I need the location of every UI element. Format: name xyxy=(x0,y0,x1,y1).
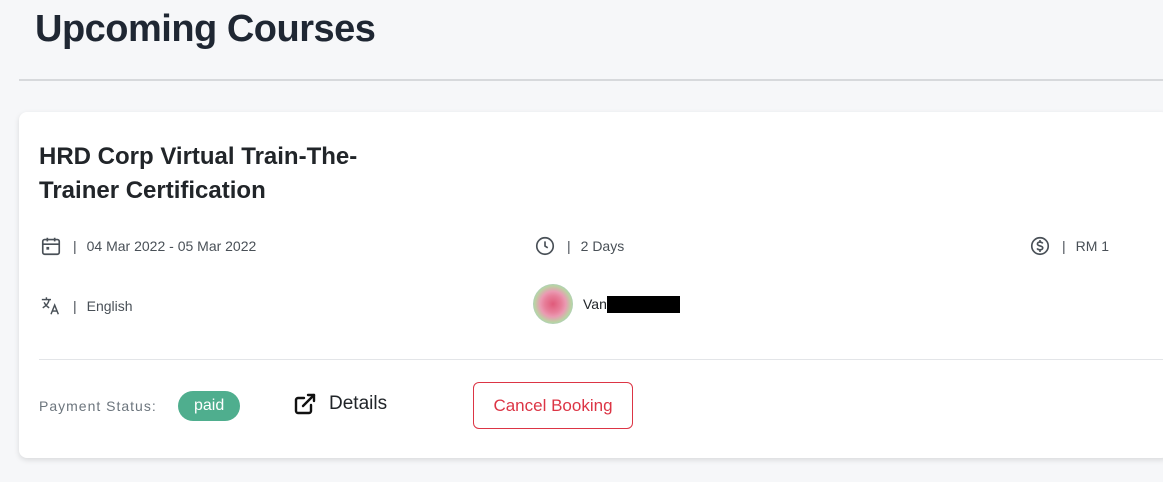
details-link[interactable]: Details xyxy=(293,392,387,416)
avatar xyxy=(533,284,573,324)
cancel-booking-button[interactable]: Cancel Booking xyxy=(473,382,633,429)
duration-value: 2 Days xyxy=(580,238,625,254)
redacted-name-block xyxy=(606,295,680,313)
instructor-name: Van xyxy=(583,296,607,312)
separator: | xyxy=(73,238,77,254)
course-language: | English xyxy=(39,294,133,318)
language-value: English xyxy=(86,298,133,314)
course-date: | 04 Mar 2022 - 05 Mar 2022 xyxy=(39,234,256,258)
dollar-circle-icon xyxy=(1028,234,1052,258)
course-card: HRD Corp Virtual Train-The-Trainer Certi… xyxy=(19,112,1163,458)
separator: | xyxy=(73,298,77,314)
translate-icon xyxy=(39,294,63,318)
price-value: RM 1 xyxy=(1075,238,1110,254)
calendar-icon xyxy=(39,234,63,258)
course-price: | RM 1 xyxy=(1028,234,1109,258)
instructor[interactable]: Van xyxy=(533,284,680,324)
card-divider xyxy=(39,359,1163,360)
page-title: Upcoming Courses xyxy=(35,8,376,50)
clock-icon xyxy=(533,234,557,258)
separator: | xyxy=(1062,238,1066,254)
external-link-icon xyxy=(293,392,317,416)
details-label: Details xyxy=(329,393,388,414)
course-title: HRD Corp Virtual Train-The-Trainer Certi… xyxy=(39,143,358,204)
status-badge: paid xyxy=(178,391,241,421)
payment-status-label: Payment Status: xyxy=(39,398,157,414)
course-duration: | 2 Days xyxy=(533,234,624,258)
date-range: 04 Mar 2022 - 05 Mar 2022 xyxy=(86,238,257,254)
separator: | xyxy=(567,238,571,254)
title-divider xyxy=(19,79,1163,81)
